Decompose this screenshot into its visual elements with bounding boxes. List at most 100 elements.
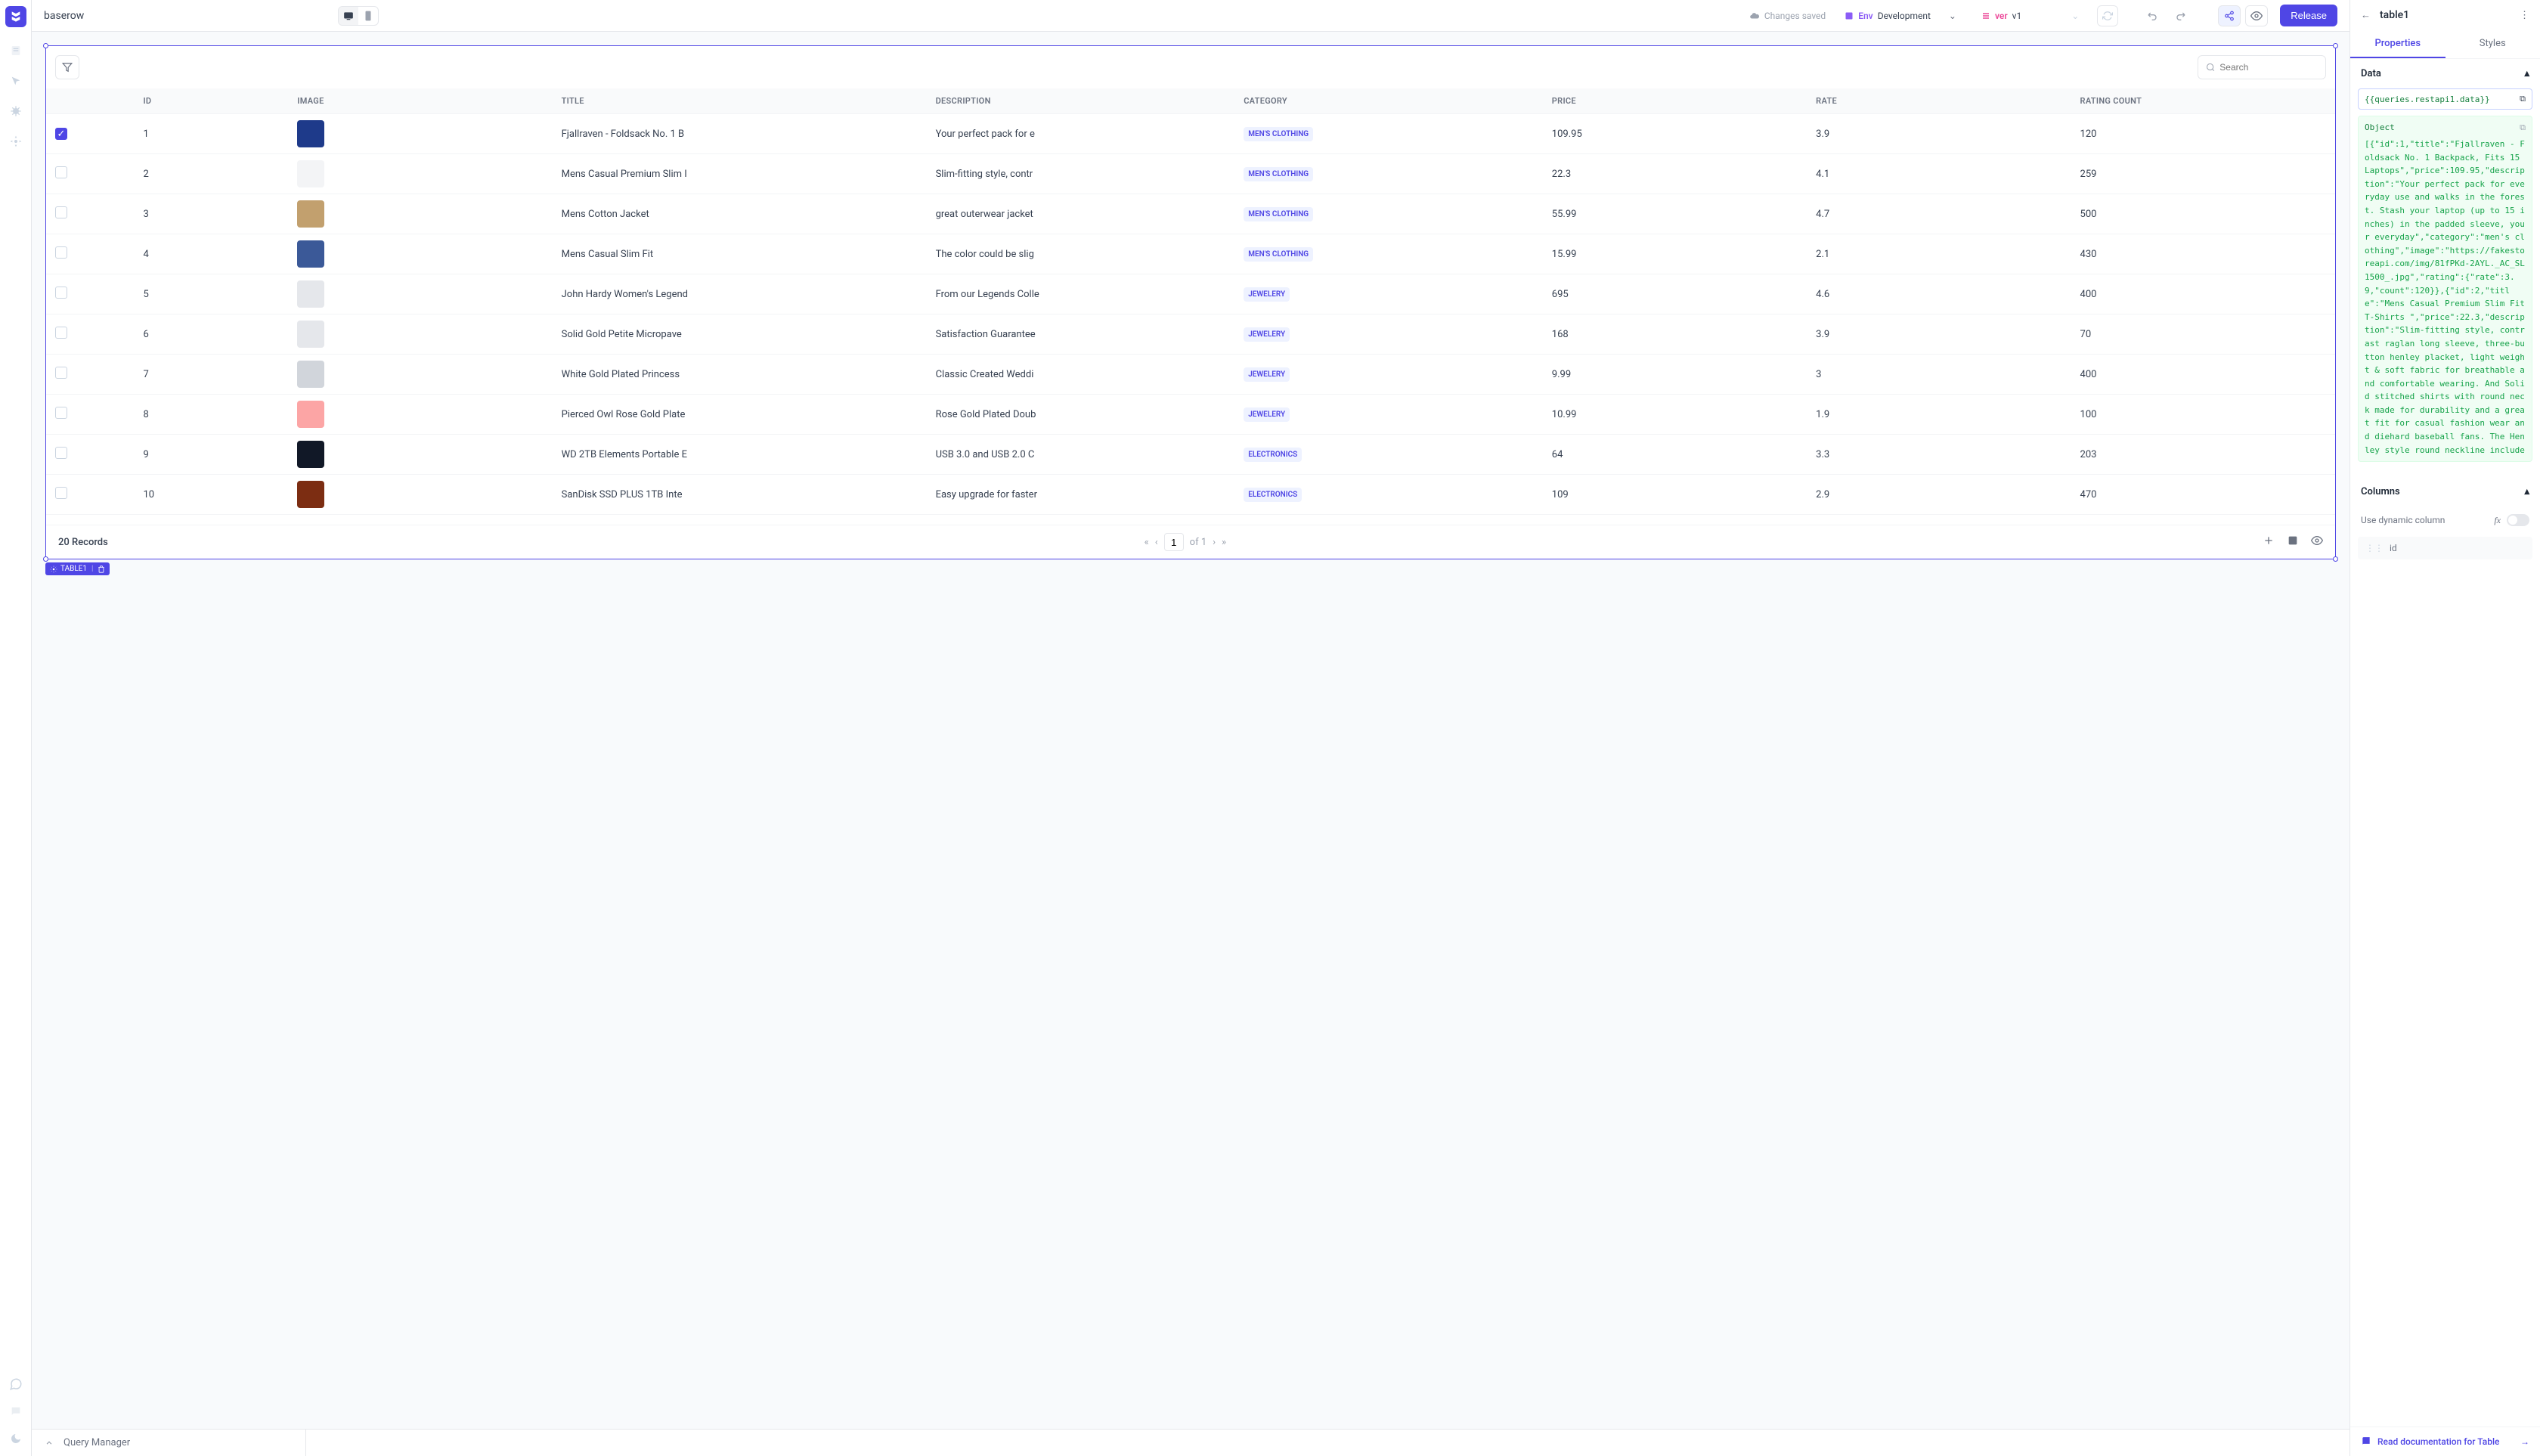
table-widget[interactable]: TABLE1 | IDIMAGETITLEDESCRIPTIONCATEGORY…	[45, 45, 2336, 559]
table-row[interactable]: 8Pierced Owl Rose Gold PlateRose Gold Pl…	[46, 395, 2335, 435]
row-checkbox[interactable]	[55, 166, 67, 178]
column-header[interactable]: IMAGE	[288, 88, 552, 114]
chevron-down-icon: ⌄	[2071, 11, 2079, 21]
app-logo[interactable]	[5, 6, 26, 27]
preview-button[interactable]	[2245, 5, 2268, 26]
trash-icon[interactable]	[98, 565, 105, 573]
cell-desc: The color could be slig	[927, 234, 1235, 274]
drag-handle-icon[interactable]: ⋮⋮	[2365, 543, 2384, 553]
page-prev[interactable]: ‹	[1155, 537, 1158, 548]
section-columns-header[interactable]: Columns ▴	[2350, 477, 2540, 507]
row-checkbox[interactable]	[55, 246, 67, 259]
cell-price: 64	[1543, 435, 1807, 475]
release-button[interactable]: Release	[2280, 5, 2337, 26]
row-checkbox[interactable]	[55, 206, 67, 218]
cell-count: 100	[2071, 395, 2335, 435]
resize-handle[interactable]	[2333, 556, 2338, 562]
filter-button[interactable]	[55, 55, 79, 79]
cell-rate: 4.7	[1807, 194, 2071, 234]
row-checkbox[interactable]	[55, 487, 67, 499]
cell-title: WD 2TB Elements Portable E	[553, 435, 927, 475]
bug-icon[interactable]	[9, 104, 23, 118]
column-header[interactable]: ID	[134, 88, 288, 114]
moon-icon[interactable]	[9, 1432, 23, 1445]
table-row[interactable]: 6Solid Gold Petite MicropaveSatisfaction…	[46, 314, 2335, 355]
row-checkbox[interactable]	[55, 447, 67, 459]
tab-properties[interactable]: Properties	[2350, 30, 2446, 58]
comment-icon[interactable]	[9, 1405, 23, 1418]
sync-button[interactable]	[2097, 5, 2118, 26]
visibility-button[interactable]	[2311, 534, 2323, 550]
cell-rate: 2.1	[1807, 234, 2071, 274]
canvas[interactable]: TABLE1 | IDIMAGETITLEDESCRIPTIONCATEGORY…	[32, 32, 2350, 1429]
query-manager-tab[interactable]: Query Manager	[64, 1437, 130, 1448]
desktop-preview-button[interactable]	[339, 7, 358, 25]
row-checkbox[interactable]	[55, 407, 67, 419]
add-row-button[interactable]	[2263, 534, 2275, 550]
chat-icon[interactable]	[9, 1377, 23, 1391]
column-header[interactable]: RATING COUNT	[2071, 88, 2335, 114]
data-binding-input[interactable]: {{queries.restapi1.data}} ⧉	[2358, 88, 2532, 110]
more-button[interactable]: ⋮	[2520, 10, 2529, 21]
table-row[interactable]: 7White Gold Plated PrincessClassic Creat…	[46, 355, 2335, 395]
table-footer: 20 Records « ‹ of 1 › »	[46, 525, 2335, 559]
column-header[interactable]: PRICE	[1543, 88, 1807, 114]
section-data-header[interactable]: Data ▴	[2350, 59, 2540, 88]
table-row[interactable]: 10SanDisk SSD PLUS 1TB InteEasy upgrade …	[46, 475, 2335, 515]
download-button[interactable]	[2287, 534, 2299, 550]
column-header[interactable]: TITLE	[553, 88, 927, 114]
dynamic-column-toggle[interactable]	[2507, 514, 2529, 526]
product-thumb	[297, 401, 324, 428]
column-header[interactable]: CATEGORY	[1234, 88, 1543, 114]
table-row[interactable]: 9WD 2TB Elements Portable EUSB 3.0 and U…	[46, 435, 2335, 475]
undo-button[interactable]	[2145, 8, 2161, 23]
page-first[interactable]: «	[1145, 537, 1149, 548]
category-badge: JEWELERY	[1244, 367, 1290, 382]
row-checkbox[interactable]	[55, 327, 67, 339]
table-row[interactable]: 5John Hardy Women's LegendFrom our Legen…	[46, 274, 2335, 314]
row-checkbox[interactable]: ✓	[55, 128, 67, 140]
redo-button[interactable]	[2173, 8, 2188, 23]
env-dropdown[interactable]: Env Development ⌄	[1838, 7, 1963, 25]
cell-desc: Classic Created Weddi	[927, 355, 1235, 395]
fx-icon[interactable]: fx	[2494, 515, 2501, 526]
doc-link[interactable]: Read documentation for Table →	[2350, 1427, 2540, 1456]
cell-desc: Easy upgrade for faster	[927, 475, 1235, 515]
cell-price: 695	[1543, 274, 1807, 314]
share-button[interactable]	[2218, 5, 2241, 26]
version-dropdown[interactable]: ver v1 ⌄	[1975, 8, 2085, 24]
back-button[interactable]: ←	[2361, 9, 2371, 21]
mobile-preview-button[interactable]	[358, 7, 378, 25]
table-row[interactable]: 4Mens Casual Slim FitThe color could be …	[46, 234, 2335, 274]
fx-icon[interactable]: ⧉	[2520, 94, 2526, 104]
search-input[interactable]	[2219, 62, 2318, 73]
settings-icon[interactable]	[9, 135, 23, 148]
cell-rate: 1.9	[1807, 395, 2071, 435]
rp-header: ← table1 ⋮	[2350, 0, 2540, 30]
cell-id: 8	[134, 395, 288, 435]
cell-title: White Gold Plated Princess	[553, 355, 927, 395]
copy-icon[interactable]: ⧉	[2520, 122, 2526, 133]
column-header[interactable]: RATE	[1807, 88, 2071, 114]
column-header[interactable]: DESCRIPTION	[927, 88, 1235, 114]
expand-icon[interactable]	[44, 1438, 54, 1448]
cursor-icon[interactable]	[9, 74, 23, 88]
row-checkbox[interactable]	[55, 367, 67, 379]
row-checkbox[interactable]	[55, 287, 67, 299]
column-item[interactable]: ⋮⋮ id	[2358, 537, 2532, 559]
page-next[interactable]: ›	[1213, 537, 1216, 548]
page-last[interactable]: »	[1222, 537, 1226, 548]
tab-styles[interactable]: Styles	[2446, 30, 2540, 58]
page-input[interactable]	[1164, 533, 1184, 551]
cell-price: 168	[1543, 314, 1807, 355]
cell-id: 9	[134, 435, 288, 475]
resize-handle[interactable]	[43, 556, 48, 562]
cell-desc: From our Legends Colle	[927, 274, 1235, 314]
table-row[interactable]: 2Mens Casual Premium Slim ISlim-fitting …	[46, 154, 2335, 194]
table-row[interactable]: 3Mens Cotton Jacketgreat outerwear jacke…	[46, 194, 2335, 234]
table-row[interactable]: ✓1Fjallraven - Foldsack No. 1 BYour perf…	[46, 114, 2335, 154]
widget-tag[interactable]: TABLE1 |	[45, 562, 110, 575]
resize-handle[interactable]	[2333, 43, 2338, 48]
pages-icon[interactable]	[9, 44, 23, 57]
resize-handle[interactable]	[43, 43, 48, 48]
